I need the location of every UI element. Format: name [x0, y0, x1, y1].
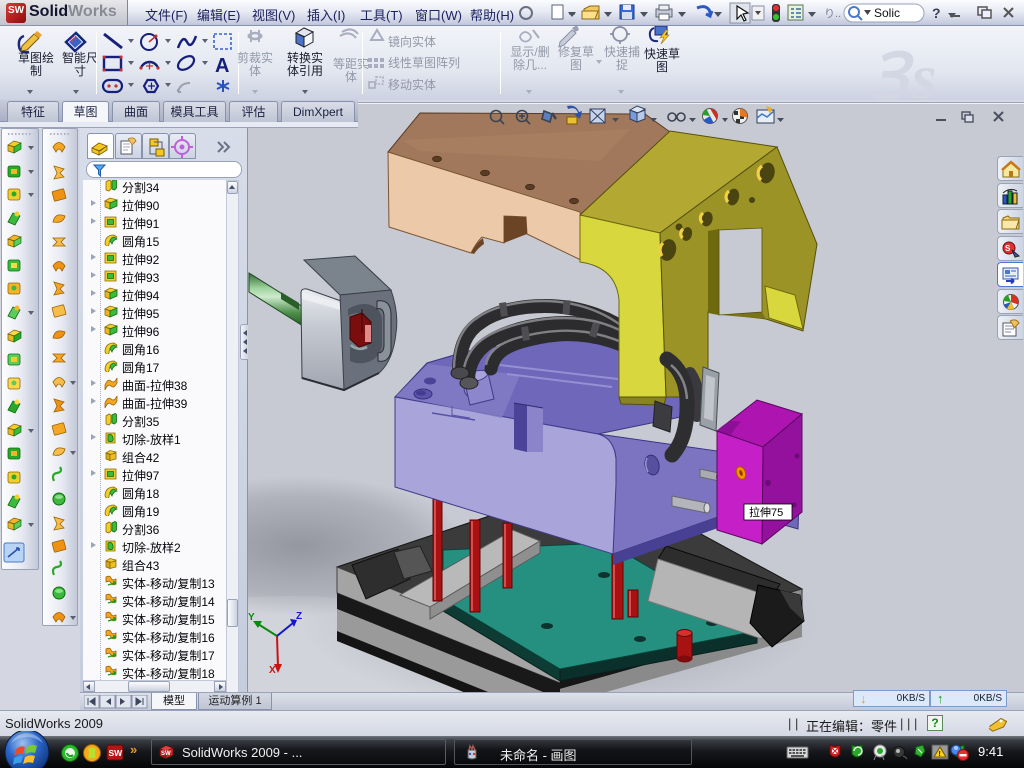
svg-text:SW: SW	[109, 748, 124, 758]
svg-text:Solic: Solic	[874, 6, 900, 20]
svg-text:拉伸75: 拉伸75	[749, 505, 783, 519]
svg-text:X: X	[269, 665, 276, 676]
svg-text:Y: Y	[248, 612, 255, 623]
svg-text:Ɜs: Ɜs	[870, 41, 941, 100]
svg-text:Z: Z	[296, 611, 302, 622]
svg-text:?: ?	[932, 5, 941, 21]
svg-text:S: S	[1005, 244, 1011, 253]
svg-text:SW: SW	[161, 751, 171, 757]
svg-text:!: !	[939, 751, 941, 758]
svg-text:り..: り..	[824, 7, 841, 20]
